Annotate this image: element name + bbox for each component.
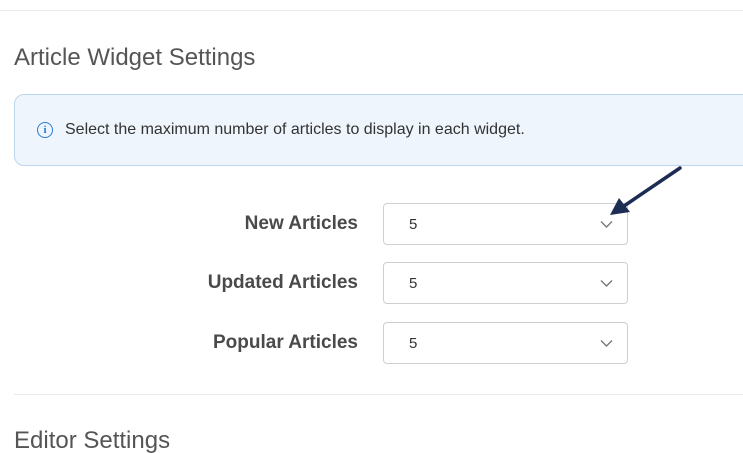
- new-articles-select[interactable]: 5: [383, 203, 628, 245]
- updated-articles-value: 5: [409, 275, 418, 292]
- popular-articles-label: Popular Articles: [212, 332, 358, 353]
- info-alert: i Select the maximum number of articles …: [14, 94, 743, 166]
- section-divider: [14, 394, 743, 395]
- editor-settings-title: Editor Settings: [14, 427, 171, 453]
- article-widget-settings-title: Article Widget Settings: [14, 44, 256, 71]
- chevron-down-icon: [600, 221, 613, 228]
- updated-articles-label: Updated Articles: [207, 272, 358, 293]
- info-message: Select the maximum number of articles to…: [65, 121, 525, 138]
- pointer-arrow-icon: [610, 166, 682, 215]
- top-divider: [0, 10, 743, 11]
- chevron-down-icon: [600, 340, 613, 347]
- new-articles-value: 5: [409, 216, 418, 233]
- popular-articles-select[interactable]: 5: [383, 322, 628, 364]
- info-circle-icon: i: [37, 122, 53, 138]
- updated-articles-select[interactable]: 5: [383, 262, 628, 304]
- chevron-down-icon: [600, 280, 613, 287]
- new-articles-label: New Articles: [244, 213, 358, 234]
- popular-articles-row: Popular Articles 5: [0, 322, 743, 364]
- updated-articles-row: Updated Articles 5: [0, 262, 743, 304]
- popular-articles-value: 5: [409, 335, 418, 352]
